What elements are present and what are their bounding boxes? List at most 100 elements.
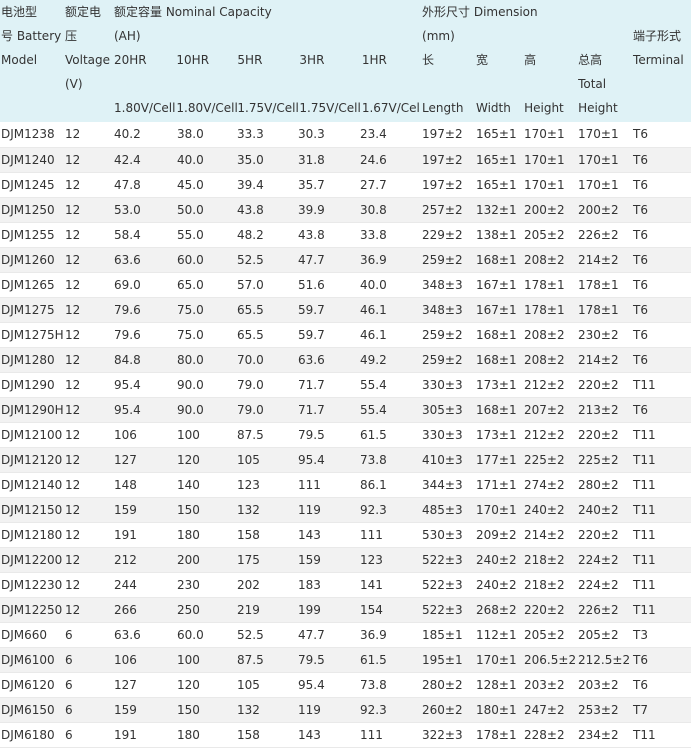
cell-cap-10hr: 100: [176, 647, 236, 673]
capacity-title: 额定容量 Nominal Capacity: [114, 5, 272, 19]
cell-cap-1hr: 61.5: [359, 422, 422, 448]
cell-cap-10hr: 38.0: [176, 122, 236, 148]
cell-cap-20hr: 266: [113, 597, 176, 623]
cell-cap-3hr: 71.7: [297, 397, 359, 423]
rate-5hr: 5HR . 1.75V/Cell: [237, 53, 299, 115]
table-row: DJM1275H 12 79.6 75.0 65.5 59.7 46.1 259±2 168±1…: [0, 322, 691, 348]
cell-terminal: T11: [632, 372, 691, 398]
cell-cap-10hr: 180: [176, 722, 236, 748]
table-row: DJM1245 12 47.8 45.0 39.4 35.7 27.7 197±2 165±1 1…: [0, 172, 691, 198]
cell-model: DJM12150: [0, 497, 64, 523]
cell-total-height: 226±2: [577, 597, 633, 623]
dim-total-height: 总高 Total Height: [578, 53, 618, 115]
cell-cap-20hr: 40.2: [113, 122, 176, 148]
cell-cap-1hr: 111: [359, 522, 422, 548]
cell-terminal: T6: [632, 122, 691, 148]
cell-total-height: 178±1: [577, 297, 633, 323]
cell-length: 330±3: [421, 372, 476, 398]
cell-cap-20hr: 53.0: [113, 197, 176, 223]
cell-voltage: 12: [64, 472, 113, 498]
cell-cap-20hr: 63.6: [113, 247, 176, 273]
cell-cap-20hr: 127: [113, 447, 176, 473]
cell-cap-20hr: 127: [113, 672, 176, 698]
cell-height: 208±2: [523, 347, 578, 373]
cell-cap-1hr: 73.8: [359, 447, 422, 473]
cell-length: 197±2: [421, 122, 476, 148]
cell-length: 259±2: [421, 322, 476, 348]
cell-cap-5hr: 79.0: [236, 397, 297, 423]
cell-height: 170±1: [523, 122, 578, 148]
cell-length: 522±3: [421, 597, 476, 623]
cell-cap-10hr: 250: [176, 597, 236, 623]
cell-length: 522±3: [421, 572, 476, 598]
cell-height: 170±1: [523, 147, 578, 173]
cell-voltage: 6: [64, 722, 113, 748]
cell-cap-1hr: 73.8: [359, 672, 422, 698]
cell-cap-1hr: 27.7: [359, 172, 422, 198]
cell-length: 344±3: [421, 472, 476, 498]
cell-length: 530±3: [421, 522, 476, 548]
rate-3hr: 3HR . 1.75V/Cell: [299, 53, 361, 115]
table-row: DJM12250 12 266 250 219 199 154 522±3 268±2 220±2…: [0, 597, 691, 623]
cell-cap-10hr: 230: [176, 572, 236, 598]
cell-height: 228±2: [523, 722, 578, 748]
cell-height: 225±2: [523, 447, 578, 473]
cell-cap-5hr: 79.0: [236, 372, 297, 398]
cell-cap-10hr: 55.0: [176, 222, 236, 248]
cell-total-height: 213±2: [577, 397, 633, 423]
cell-total-height: 220±2: [577, 372, 633, 398]
cell-cap-10hr: 120: [176, 447, 236, 473]
header-terminal: 端子形式 Terminal: [632, 0, 691, 122]
cell-cap-20hr: 95.4: [113, 397, 176, 423]
cell-length: 330±3: [421, 422, 476, 448]
table-row: DJM1280 12 84.8 80.0 70.0 63.6 49.2 259±2 168±1 2…: [0, 347, 691, 373]
cell-cap-5hr: 158: [236, 722, 297, 748]
cell-length: 259±2: [421, 247, 476, 273]
dimension-title: 外形尺寸 Dimension: [422, 5, 538, 19]
cell-cap-5hr: 57.0: [236, 272, 297, 298]
cell-length: 485±3: [421, 497, 476, 523]
table-row: DJM660 6 63.6 60.0 52.5 47.7 36.9 185±1 112±1 205…: [0, 622, 691, 648]
cell-model: DJM1290: [0, 372, 64, 398]
cell-cap-5hr: 105: [236, 447, 297, 473]
cell-length: 348±3: [421, 272, 476, 298]
cell-cap-20hr: 79.6: [113, 297, 176, 323]
cell-model: DJM1280: [0, 347, 64, 373]
cell-model: DJM1255: [0, 222, 64, 248]
cell-terminal: T11: [632, 497, 691, 523]
cell-terminal: T6: [632, 647, 691, 673]
cell-width: 170±1: [475, 647, 524, 673]
cell-length: 348±3: [421, 297, 476, 323]
cell-cap-10hr: 75.0: [176, 297, 236, 323]
cell-height: 212±2: [523, 422, 578, 448]
cell-cap-3hr: 119: [297, 697, 359, 723]
cell-cap-3hr: 35.7: [297, 172, 359, 198]
cell-cap-5hr: 158: [236, 522, 297, 548]
cell-width: 165±1: [475, 147, 524, 173]
cell-length: 410±3: [421, 447, 476, 473]
cell-height: 206.5±2: [523, 647, 578, 673]
dim-width: . 宽 . Width: [476, 53, 511, 115]
cell-cap-1hr: 111: [359, 722, 422, 748]
cell-voltage: 12: [64, 197, 113, 223]
cell-cap-3hr: 43.8: [297, 222, 359, 248]
cell-total-height: 280±2: [577, 472, 633, 498]
cell-height: 178±1: [523, 297, 578, 323]
cell-terminal: T11: [632, 422, 691, 448]
cell-cap-10hr: 180: [176, 522, 236, 548]
cell-model: DJM6180: [0, 722, 64, 748]
cell-terminal: T6: [632, 247, 691, 273]
cell-height: 205±2: [523, 222, 578, 248]
cell-cap-1hr: 154: [359, 597, 422, 623]
cell-model: DJM6150: [0, 697, 64, 723]
cell-cap-5hr: 65.5: [236, 322, 297, 348]
cell-cap-3hr: 143: [297, 522, 359, 548]
cell-cap-5hr: 70.0: [236, 347, 297, 373]
cell-cap-3hr: 79.5: [297, 647, 359, 673]
table-row: DJM12200 12 212 200 175 159 123 522±3 240±2 218±2…: [0, 547, 691, 573]
cell-height: 240±2: [523, 497, 578, 523]
cell-model: DJM1240: [0, 147, 64, 173]
cell-cap-3hr: 95.4: [297, 672, 359, 698]
cell-voltage: 12: [64, 597, 113, 623]
cell-cap-3hr: 159: [297, 547, 359, 573]
